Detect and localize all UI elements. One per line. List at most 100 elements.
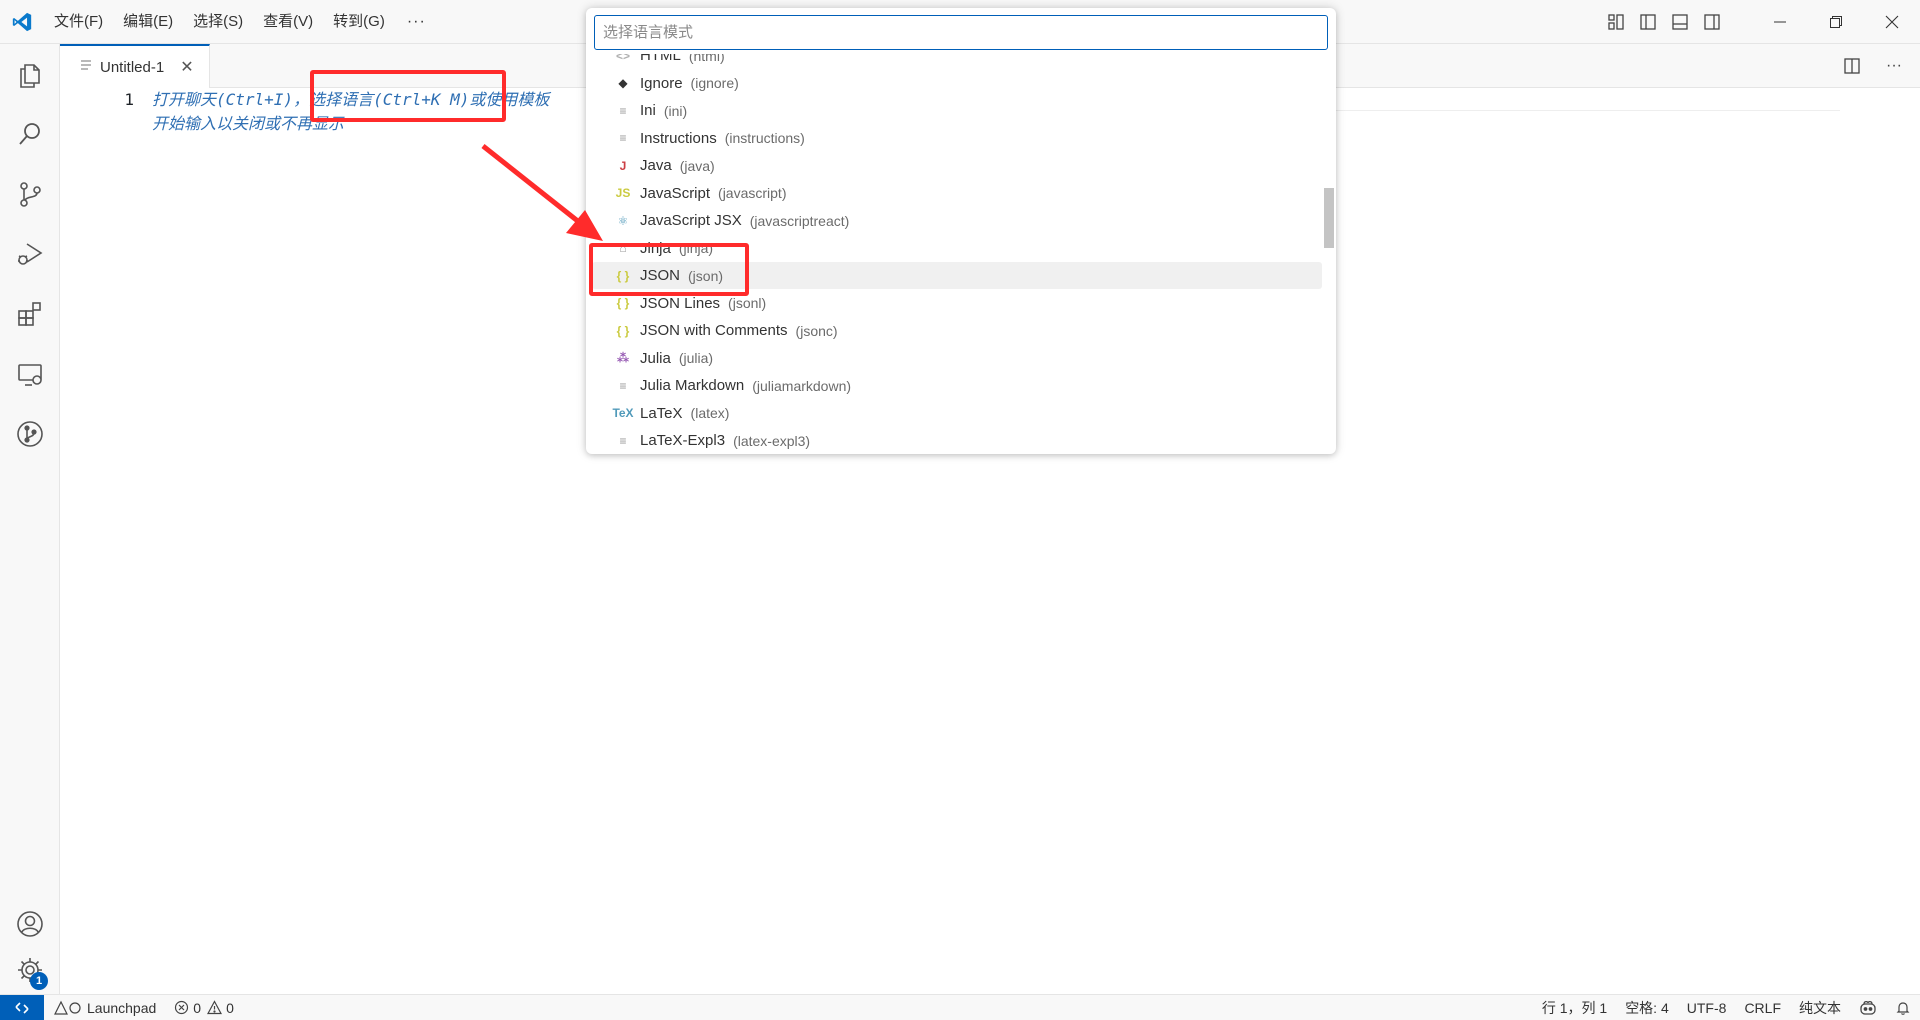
error-icon bbox=[175, 1000, 189, 1015]
language-option[interactable]: ⚛ JavaScript JSX (javascriptreact) bbox=[592, 207, 1322, 234]
braces-icon: { } bbox=[616, 296, 630, 310]
language-option-name: JavaScript JSX bbox=[640, 212, 742, 229]
toggle-panel-icon[interactable] bbox=[1664, 0, 1696, 44]
tab-close-icon[interactable]: ✕ bbox=[180, 57, 193, 77]
menu-edit[interactable]: 编辑(E) bbox=[113, 7, 183, 37]
language-option-name: Julia bbox=[640, 349, 671, 367]
language-option-name: JSON with Comments bbox=[640, 322, 788, 339]
menu-file[interactable]: 文件(F) bbox=[44, 7, 113, 37]
language-option[interactable]: ≡ LaTeX-Expl3 (latex-expl3) bbox=[592, 427, 1322, 454]
list-scrollbar[interactable] bbox=[1324, 188, 1334, 248]
language-option[interactable]: ≡ Julia Markdown (juliamarkdown) bbox=[592, 372, 1322, 399]
run-debug-icon[interactable] bbox=[0, 228, 60, 280]
menu-go[interactable]: 转到(G) bbox=[323, 7, 395, 37]
close-window-icon[interactable] bbox=[1864, 0, 1920, 44]
menu-bar: 文件(F) 编辑(E) 选择(S) 查看(V) 转到(G) ··· bbox=[44, 0, 438, 44]
tex-icon: TeX bbox=[612, 406, 634, 420]
language-option[interactable]: ⁂ Julia (julia) bbox=[592, 345, 1322, 372]
split-editor-icon[interactable] bbox=[1832, 44, 1872, 88]
customize-layout-icon[interactable] bbox=[1600, 0, 1632, 44]
language-option[interactable]: ◆ Ignore (ignore) bbox=[592, 70, 1322, 97]
minimize-icon[interactable] bbox=[1752, 0, 1808, 44]
file-lines-icon: ≡ bbox=[619, 378, 627, 393]
language-option-id: (instructions) bbox=[724, 130, 805, 146]
launchpad-button[interactable]: Launchpad bbox=[44, 995, 165, 1020]
language-option-name: Julia Markdown bbox=[640, 377, 745, 394]
file-lines-icon: ≡ bbox=[619, 103, 627, 118]
encoding[interactable]: UTF-8 bbox=[1678, 995, 1736, 1020]
window-controls bbox=[1600, 0, 1920, 44]
language-option-id: (latex-expl3) bbox=[733, 432, 811, 449]
language-option-id: (jsonc) bbox=[795, 322, 838, 339]
tab-untitled-1[interactable]: Untitled-1 ✕ bbox=[60, 44, 210, 88]
language-option-name: JSON Lines bbox=[640, 294, 721, 312]
language-option-name: JavaScript bbox=[640, 184, 711, 202]
status-bar: Launchpad 0 0 行 1，列 1 空格: 4 UTF-8 CRLF 纯… bbox=[0, 994, 1920, 1020]
restore-icon[interactable] bbox=[1808, 0, 1864, 44]
remote-indicator-icon[interactable] bbox=[0, 994, 44, 1020]
language-mode[interactable]: 纯文本 bbox=[1790, 995, 1850, 1020]
annotation-box-select-language bbox=[310, 70, 506, 122]
git-diamond-icon: ◆ bbox=[618, 76, 628, 90]
language-option[interactable]: { } JSON with Comments (jsonc) bbox=[592, 317, 1322, 344]
cursor-position[interactable]: 行 1，列 1 bbox=[1533, 995, 1616, 1020]
language-option-name: Java bbox=[640, 157, 672, 174]
search-icon[interactable] bbox=[0, 108, 60, 160]
notifications-bell-icon[interactable] bbox=[1886, 995, 1920, 1020]
language-option-id: (latex) bbox=[690, 405, 730, 421]
warning-count: 0 bbox=[226, 999, 234, 1016]
menu-more-button[interactable]: ··· bbox=[395, 13, 438, 31]
file-lines-icon: ≡ bbox=[619, 433, 627, 448]
file-lines-icon bbox=[80, 58, 92, 77]
toggle-secondary-sidebar-icon[interactable] bbox=[1696, 0, 1728, 44]
problems-button[interactable]: 0 0 bbox=[165, 995, 243, 1020]
language-mode-quick-pick: <> HTML (html) ◆ Ignore (ignore) ≡ Ini (ini) ≡ Ins… bbox=[586, 8, 1336, 454]
activity-bar: 1 bbox=[0, 44, 60, 994]
indentation[interactable]: 空格: 4 bbox=[1616, 995, 1678, 1020]
language-option-id: (java) bbox=[679, 157, 715, 174]
tab-label: Untitled-1 bbox=[100, 58, 165, 76]
extensions-icon[interactable] bbox=[0, 288, 60, 340]
end-of-line[interactable]: CRLF bbox=[1735, 995, 1790, 1020]
copilot-icon[interactable] bbox=[1850, 995, 1886, 1020]
menu-selection[interactable]: 选择(S) bbox=[183, 7, 253, 37]
settings-update-badge: 1 bbox=[30, 972, 48, 990]
vscode-logo-icon bbox=[0, 0, 44, 44]
accounts-icon[interactable] bbox=[0, 898, 60, 950]
language-option[interactable]: ≡ Ini (ini) bbox=[592, 97, 1322, 124]
language-option-name: Instructions bbox=[640, 129, 717, 147]
react-icon: ⚛ bbox=[617, 213, 629, 228]
git-graph-icon[interactable] bbox=[0, 408, 60, 460]
explorer-icon[interactable] bbox=[0, 48, 60, 100]
braces-icon: { } bbox=[616, 323, 630, 338]
language-option-name: HTML bbox=[640, 54, 681, 64]
remote-explorer-icon[interactable] bbox=[0, 348, 60, 400]
language-option-name: Ini bbox=[640, 102, 656, 119]
language-option[interactable]: ≡ Instructions (instructions) bbox=[592, 125, 1322, 152]
language-option-name: LaTeX-Expl3 bbox=[640, 432, 726, 449]
language-option-id: (html) bbox=[688, 54, 725, 64]
language-option-name: Ignore bbox=[640, 74, 683, 92]
warning-icon bbox=[207, 1000, 223, 1015]
julia-icon: ⁂ bbox=[616, 351, 630, 365]
language-option[interactable]: JS JavaScript (javascript) bbox=[592, 180, 1322, 207]
language-option-id: (ignore) bbox=[690, 75, 739, 91]
manage-gear-icon[interactable]: 1 bbox=[0, 944, 60, 996]
menu-view[interactable]: 查看(V) bbox=[253, 7, 323, 37]
toggle-primary-sidebar-icon[interactable] bbox=[1632, 0, 1664, 44]
launchpad-label: Launchpad bbox=[87, 999, 157, 1016]
error-count: 0 bbox=[193, 999, 202, 1016]
more-actions-icon[interactable]: ··· bbox=[1876, 44, 1912, 88]
language-option-id: (javascript) bbox=[718, 185, 787, 201]
language-option-id: (ini) bbox=[663, 102, 688, 119]
line-number: 1 bbox=[124, 90, 134, 109]
language-option-id: (javascriptreact) bbox=[749, 212, 850, 229]
language-option[interactable]: TeX LaTeX (latex) bbox=[592, 400, 1322, 427]
language-option-id: (jsonl) bbox=[728, 295, 767, 311]
language-option[interactable]: J Java (java) bbox=[592, 152, 1322, 179]
language-search-input[interactable] bbox=[594, 15, 1328, 50]
language-option[interactable]: <> HTML (html) bbox=[592, 54, 1322, 69]
source-control-icon[interactable] bbox=[0, 168, 60, 220]
annotation-box-json bbox=[589, 243, 749, 296]
file-lines-icon: ≡ bbox=[619, 131, 627, 145]
